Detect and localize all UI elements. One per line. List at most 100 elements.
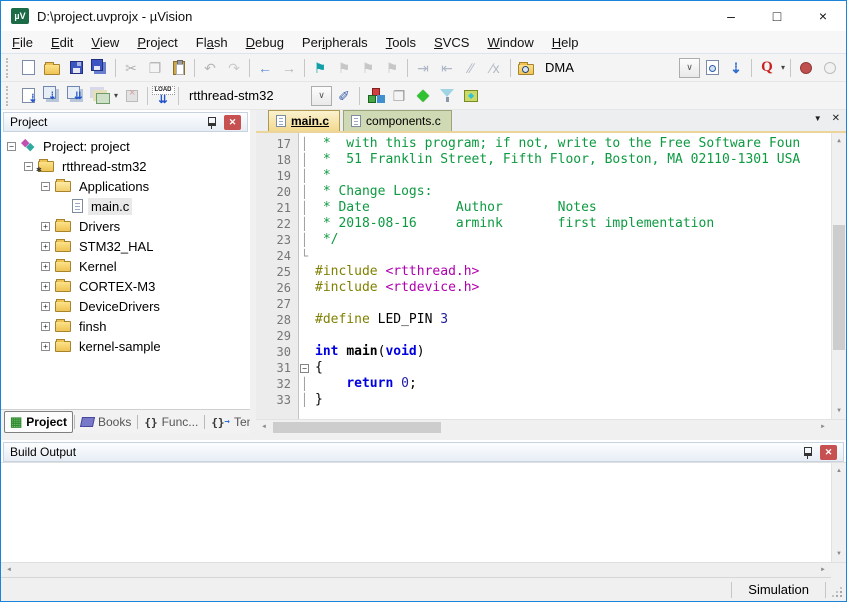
next-bookmark-button[interactable]: ⚑ bbox=[356, 56, 380, 80]
tree-item-stm32-hal[interactable]: +STM32_HAL bbox=[1, 236, 250, 256]
scroll-right-icon[interactable]: ► bbox=[816, 563, 830, 577]
editor-tab-main-c[interactable]: main.c bbox=[268, 110, 340, 131]
code-line[interactable]: 30int main(void) bbox=[256, 344, 846, 360]
code-line[interactable]: 26#include <rtdevice.h> bbox=[256, 280, 846, 296]
build-button[interactable] bbox=[40, 84, 64, 108]
tree-item-devicedrivers[interactable]: +DeviceDrivers bbox=[1, 296, 250, 316]
target-combo[interactable]: rtthread-stm32∨ bbox=[182, 85, 332, 107]
project-panel-close-button[interactable]: ✕ bbox=[224, 115, 241, 130]
save-all-button[interactable] bbox=[88, 56, 112, 80]
manage-project-items-button[interactable] bbox=[363, 84, 387, 108]
code-line[interactable]: 17│ * with this program; if not, write t… bbox=[256, 136, 846, 152]
code-line[interactable]: 29 bbox=[256, 328, 846, 344]
editor-h-scrollbar[interactable]: ◄ ► bbox=[256, 419, 846, 434]
tree-item-project-project[interactable]: −Project: project bbox=[1, 136, 250, 156]
tree-item-kernel-sample[interactable]: +kernel-sample bbox=[1, 336, 250, 356]
enable-disable-breakpoint-button[interactable] bbox=[818, 56, 842, 80]
editor-v-scrollbar[interactable]: ▲ ▼ bbox=[831, 133, 846, 419]
clear-bookmarks-button[interactable]: ⚑ bbox=[380, 56, 404, 80]
tree-toggle-icon[interactable]: − bbox=[24, 162, 33, 171]
pack-installer-button[interactable]: ◆ bbox=[459, 84, 483, 108]
menu-edit[interactable]: Edit bbox=[42, 33, 82, 52]
tree-item-drivers[interactable]: +Drivers bbox=[1, 216, 250, 236]
menu-debug[interactable]: Debug bbox=[237, 33, 293, 52]
minimize-button[interactable]: – bbox=[708, 1, 754, 31]
code-line[interactable]: 33│} bbox=[256, 392, 846, 408]
pin-icon[interactable] bbox=[206, 116, 217, 129]
scroll-down-icon[interactable]: ▼ bbox=[832, 547, 846, 561]
insert-remove-breakpoint-button[interactable] bbox=[794, 56, 818, 80]
build-output-close-button[interactable]: ✕ bbox=[820, 445, 837, 460]
redo-button[interactable]: ↷ bbox=[222, 56, 246, 80]
previous-bookmark-button[interactable]: ⚑ bbox=[332, 56, 356, 80]
tree-item-kernel[interactable]: +Kernel bbox=[1, 256, 250, 276]
menu-flash[interactable]: Flash bbox=[187, 33, 237, 52]
code-line[interactable]: 19│ * bbox=[256, 168, 846, 184]
toolbar-grip[interactable] bbox=[6, 86, 11, 106]
resize-grip-icon[interactable] bbox=[828, 585, 844, 601]
save-button[interactable] bbox=[64, 56, 88, 80]
fold-collapse-icon[interactable]: − bbox=[300, 364, 309, 373]
code-line[interactable]: 22│ * 2018-08-16 armink first implementa… bbox=[256, 216, 846, 232]
indent-selection-button[interactable]: ⇥ bbox=[411, 56, 435, 80]
find-combo-dropdown-button[interactable]: ∨ bbox=[679, 58, 700, 78]
code-line[interactable]: 20│ * Change Logs: bbox=[256, 184, 846, 200]
code-line[interactable]: 27 bbox=[256, 296, 846, 312]
find-in-files-button[interactable] bbox=[700, 56, 724, 80]
manage-run-time-environment-button[interactable]: ◆ bbox=[411, 84, 435, 108]
paste-button[interactable] bbox=[167, 56, 191, 80]
find-options-caret-icon[interactable]: ▾ bbox=[781, 63, 785, 72]
code-line[interactable]: 32│ return 0; bbox=[256, 376, 846, 392]
tree-item-rtthread-stm32[interactable]: −rtthread-stm32 bbox=[1, 156, 250, 176]
code-line[interactable]: 25#include <rtthread.h> bbox=[256, 264, 846, 280]
undo-button[interactable]: ↶ bbox=[198, 56, 222, 80]
select-software-packs-button[interactable] bbox=[435, 84, 459, 108]
editor-tab-components-c[interactable]: components.c bbox=[343, 110, 452, 131]
menu-view[interactable]: View bbox=[82, 33, 128, 52]
batch-build-caret-icon[interactable]: ▾ bbox=[114, 91, 118, 100]
scroll-up-icon[interactable]: ▲ bbox=[832, 134, 846, 148]
menu-help[interactable]: Help bbox=[543, 33, 588, 52]
tree-toggle-icon[interactable]: + bbox=[41, 322, 50, 331]
panel-tab-books[interactable]: Books bbox=[76, 413, 136, 431]
tree-item-applications[interactable]: −Applications bbox=[1, 176, 250, 196]
navigate-back-button[interactable]: ← bbox=[253, 56, 277, 80]
tree-toggle-icon[interactable]: + bbox=[41, 302, 50, 311]
panel-tab-project[interactable]: ▦Project bbox=[4, 411, 73, 433]
scroll-left-icon[interactable]: ◄ bbox=[2, 563, 16, 577]
download-button[interactable]: LOAD⇊ bbox=[151, 84, 175, 108]
tab-close-icon[interactable]: ✕ bbox=[832, 113, 840, 124]
navigate-forward-button[interactable]: → bbox=[277, 56, 301, 80]
code-line[interactable]: 28#define LED_PIN 3 bbox=[256, 312, 846, 328]
build-output-h-scrollbar[interactable]: ◄ ► bbox=[1, 562, 846, 577]
stop-build-button[interactable] bbox=[120, 84, 144, 108]
target-combo-dropdown-button[interactable]: ∨ bbox=[311, 86, 332, 106]
tree-item-cortex-m3[interactable]: +CORTEX-M3 bbox=[1, 276, 250, 296]
tree-item-main-c[interactable]: main.c bbox=[1, 196, 250, 216]
tree-toggle-icon[interactable]: + bbox=[41, 222, 50, 231]
tab-list-icon[interactable]: ▼ bbox=[814, 114, 822, 123]
menu-peripherals[interactable]: Peripherals bbox=[293, 33, 377, 52]
scroll-left-icon[interactable]: ◄ bbox=[257, 420, 271, 434]
scroll-up-icon[interactable]: ▲ bbox=[832, 464, 846, 478]
cut-button[interactable]: ✂ bbox=[119, 56, 143, 80]
maximize-button[interactable]: □ bbox=[754, 1, 800, 31]
new-file-button[interactable] bbox=[16, 56, 40, 80]
code-line[interactable]: 21│ * Date Author Notes bbox=[256, 200, 846, 216]
scroll-right-icon[interactable]: ► bbox=[816, 420, 830, 434]
comment-selection-button[interactable]: ∕∕ bbox=[459, 56, 483, 80]
find-in-files-dialog-button[interactable] bbox=[514, 56, 538, 80]
find-button[interactable]: Q bbox=[755, 56, 779, 80]
menu-window[interactable]: Window bbox=[478, 33, 542, 52]
menu-tools[interactable]: Tools bbox=[377, 33, 425, 52]
menu-project[interactable]: Project bbox=[128, 33, 186, 52]
scrollbar-thumb[interactable] bbox=[833, 225, 845, 350]
tree-item-finsh[interactable]: +finsh bbox=[1, 316, 250, 336]
panel-tab-func[interactable]: {}Func... bbox=[139, 413, 203, 431]
code-line[interactable]: 24└ bbox=[256, 248, 846, 264]
toolbar-grip[interactable] bbox=[6, 58, 11, 78]
kill-all-breakpoints-button[interactable] bbox=[842, 56, 846, 80]
toggle-bookmark-button[interactable]: ⚑ bbox=[308, 56, 332, 80]
menu-file[interactable]: File bbox=[3, 33, 42, 52]
multi-project-workspace-button[interactable]: ❐ bbox=[387, 84, 411, 108]
